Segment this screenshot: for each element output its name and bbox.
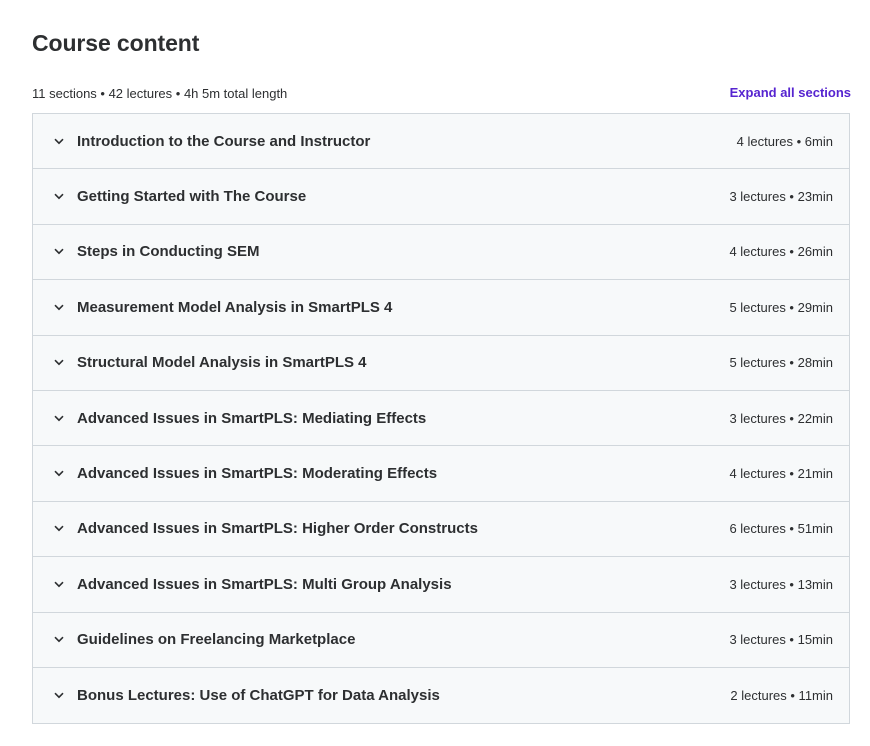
chevron-down-icon [53,246,65,258]
section-title: Advanced Issues in SmartPLS: Moderating … [77,465,438,483]
course-content-panel: Course content 11 sections • 42 lectures… [0,0,870,746]
section-title: Bonus Lectures: Use of ChatGPT for Data … [77,687,440,705]
section-title: Guidelines on Freelancing Marketplace [77,631,356,649]
section-row[interactable]: Introduction to the Course and Instructo… [33,114,849,170]
section-meta: 4 lectures • 26min [729,244,833,260]
section-title: Steps in Conducting SEM [77,243,260,261]
chevron-down-icon [53,634,65,646]
section-row[interactable]: Advanced Issues in SmartPLS: Multi Group… [33,557,849,613]
section-row[interactable]: Advanced Issues in SmartPLS: Higher Orde… [33,501,849,558]
section-meta: 3 lectures • 22min [729,410,833,426]
section-row[interactable]: Advanced Issues in SmartPLS: Moderating … [33,446,849,502]
section-list: Introduction to the Course and Instructo… [32,113,850,725]
section-meta: 6 lectures • 51min [729,521,833,537]
chevron-down-icon [53,357,65,369]
section-title: Advanced Issues in SmartPLS: Multi Group… [77,575,452,593]
section-title: Structural Model Analysis in SmartPLS 4 [77,354,367,372]
section-row[interactable]: Guidelines on Freelancing Marketplace 3 … [33,612,849,668]
section-meta: 5 lectures • 29min [729,299,833,315]
chevron-down-icon [53,578,65,590]
section-title: Advanced Issues in SmartPLS: Mediating E… [77,409,427,427]
section-title: Measurement Model Analysis in SmartPLS 4 [77,298,393,316]
chevron-down-icon [53,468,65,480]
section-row[interactable]: Measurement Model Analysis in SmartPLS 4… [33,280,849,336]
section-row[interactable]: Steps in Conducting SEM 4 lectures • 26m… [33,224,849,281]
chevron-down-icon [53,523,65,535]
chevron-down-icon [53,690,65,702]
section-row[interactable]: Bonus Lectures: Use of ChatGPT for Data … [33,667,849,724]
section-meta: 4 lectures • 21min [729,466,833,482]
section-row[interactable]: Getting Started with The Course 3 lectur… [33,169,849,225]
section-title: Advanced Issues in SmartPLS: Higher Orde… [77,520,478,538]
expand-all-sections-button[interactable]: Expand all sections [730,85,851,100]
chevron-down-icon [53,412,65,424]
section-row[interactable]: Advanced Issues in SmartPLS: Mediating E… [33,390,849,447]
section-row[interactable]: Structural Model Analysis in SmartPLS 4 … [33,335,849,391]
chevron-down-icon [53,301,65,313]
section-meta: 4 lectures • 6min [736,133,833,149]
chevron-down-icon [53,191,65,203]
section-meta: 2 lectures • 11min [730,688,833,704]
course-summary: 11 sections • 42 lectures • 4h 5m total … [32,86,288,101]
section-title: Getting Started with The Course [77,188,307,206]
section-meta: 3 lectures • 13min [729,576,833,592]
section-title: Introduction to the Course and Instructo… [77,132,371,150]
page-title: Course content [32,30,200,56]
chevron-down-icon [53,135,65,147]
section-meta: 3 lectures • 23min [729,189,833,205]
section-meta: 5 lectures • 28min [729,355,833,371]
section-meta: 3 lectures • 15min [729,632,833,648]
